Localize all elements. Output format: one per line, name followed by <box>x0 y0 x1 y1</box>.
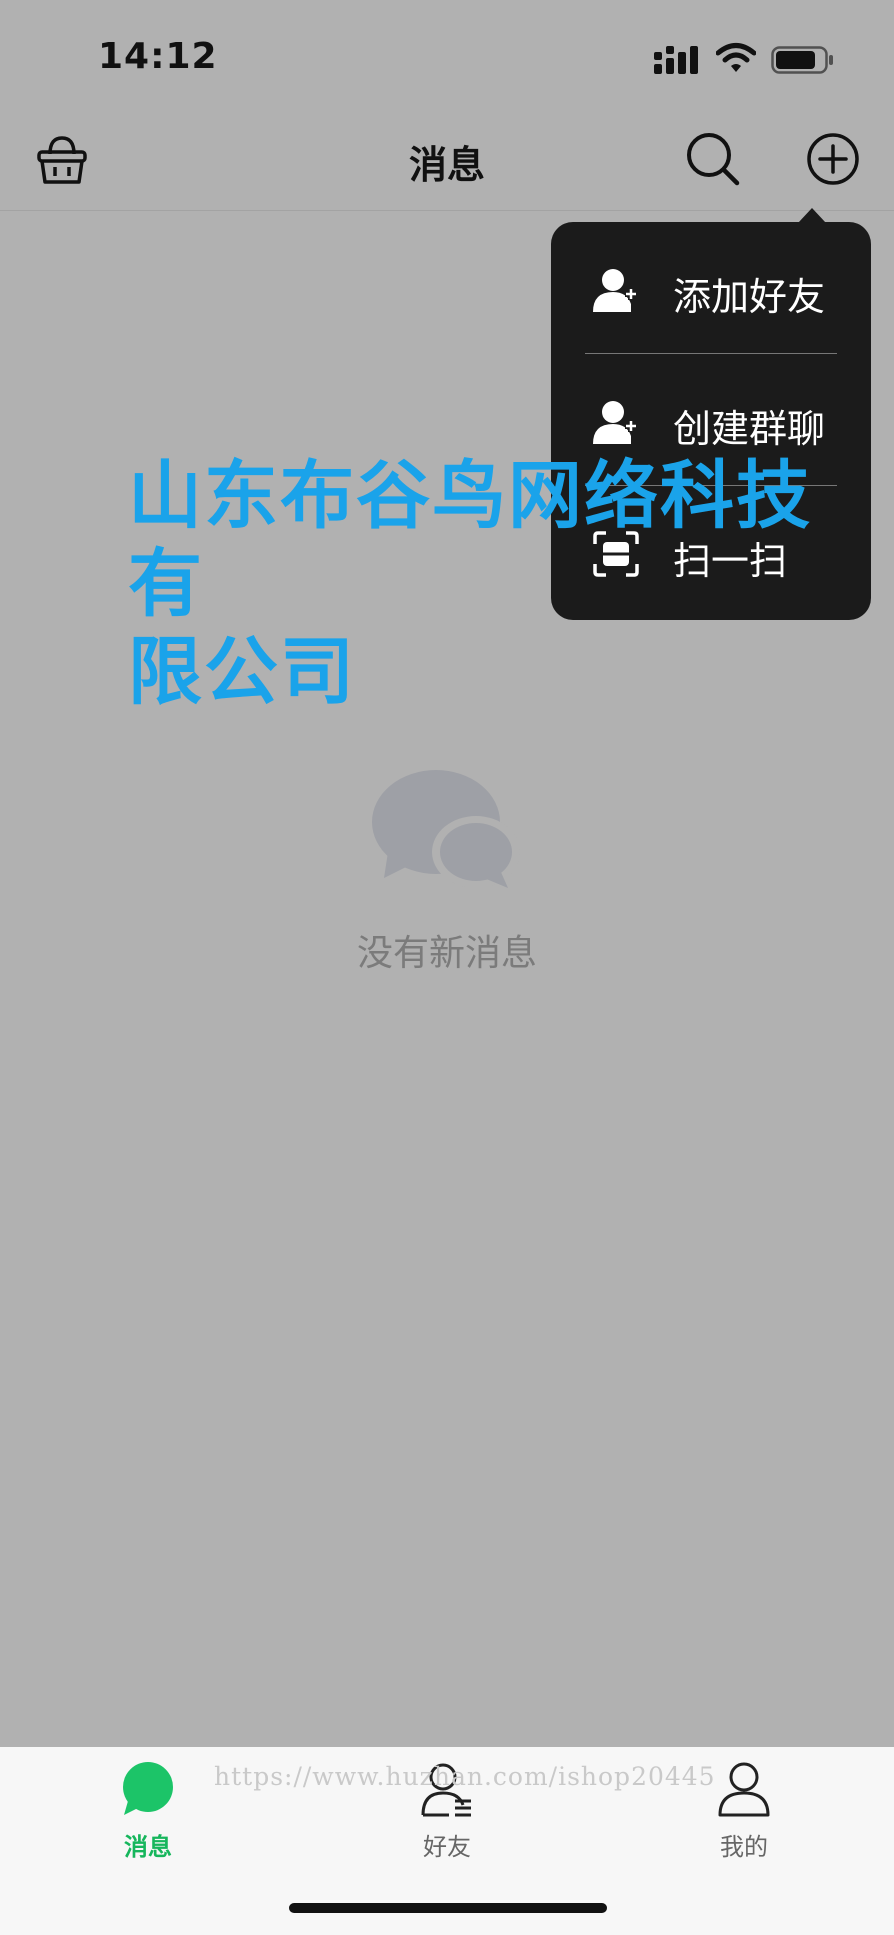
page-title: 消息 <box>408 143 485 187</box>
url-watermark: https://www.huzhan.com/ishop20445 <box>214 1762 716 1791</box>
tab-label: 消息 <box>124 1833 172 1861</box>
tab-label: 好友 <box>423 1833 471 1861</box>
search-icon[interactable] <box>684 130 742 188</box>
status-bar: 14:12 <box>0 0 894 110</box>
message-icon <box>123 1762 173 1815</box>
menu-item-label: 添加好友 <box>673 275 826 319</box>
home-indicator[interactable] <box>289 1903 607 1913</box>
chat-bubbles-icon <box>372 770 520 888</box>
watermark-line: 限公司 <box>128 629 356 715</box>
status-time: 14:12 <box>98 36 218 77</box>
plus-circle-icon[interactable] <box>804 130 862 188</box>
add-group-icon <box>593 401 637 444</box>
add-user-icon <box>593 269 637 312</box>
wifi-icon <box>716 43 756 72</box>
cellular-signal-icon <box>654 46 698 74</box>
watermark-line: 山东布谷鸟网络科技有 <box>128 453 812 627</box>
menu-pointer <box>798 208 826 223</box>
nav-bar: 消息 <box>0 110 894 211</box>
profile-icon <box>718 1762 770 1817</box>
battery-icon <box>771 46 833 74</box>
tab-label: 我的 <box>720 1833 768 1861</box>
company-watermark: 山东布谷鸟网络科技有 限公司 <box>128 452 878 716</box>
menu-item-label: 创建群聊 <box>673 407 826 451</box>
empty-state-text: 没有新消息 <box>356 933 537 974</box>
menu-item-add-friend[interactable]: 添加好友 <box>551 222 871 354</box>
